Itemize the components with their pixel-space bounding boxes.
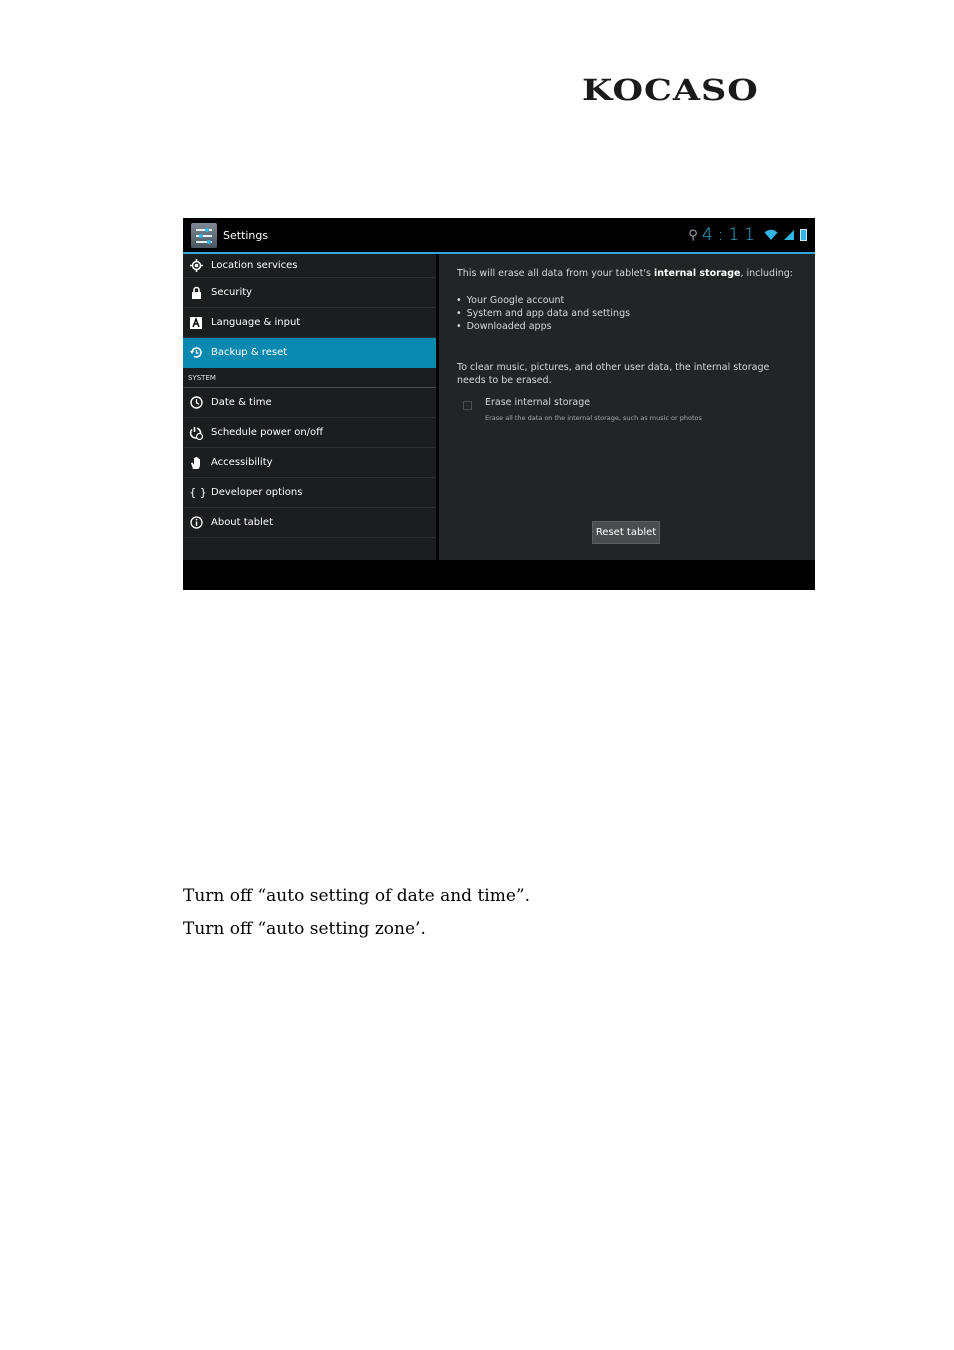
signal-icon (784, 230, 794, 240)
menu-item-language-input[interactable]: Language & input (183, 308, 436, 338)
menu-item-location-services[interactable]: Location services (183, 254, 436, 278)
erase-storage-title[interactable]: Erase internal storage (485, 397, 590, 408)
menu-item-label: Accessibility (211, 457, 273, 468)
app-title: Settings (223, 229, 269, 242)
menu-item-developer-options[interactable]: { } Developer options (183, 478, 436, 508)
braces-icon: { } (189, 486, 207, 499)
usb-icon: ⚲ (688, 227, 698, 243)
menu-item-label: Location services (211, 260, 298, 271)
schedule-power-icon (189, 426, 203, 440)
menu-item-label: Date & time (211, 397, 272, 408)
erase-storage-checkbox[interactable] (463, 401, 472, 410)
settings-menu: Location services Security Language & in… (183, 254, 436, 560)
list-item: Your Google account (456, 294, 630, 307)
menu-item-label: Schedule power on/off (211, 427, 324, 438)
menu-item-label: Language & input (211, 317, 301, 328)
info-icon (189, 516, 203, 530)
language-icon (189, 316, 203, 330)
menu-item-label: Backup & reset (211, 347, 288, 358)
menu-item-label: About tablet (211, 517, 273, 528)
status-bar: ⚲ 4:11 (688, 225, 807, 245)
hand-icon (189, 456, 203, 470)
menu-item-label: Developer options (211, 487, 303, 498)
section-header-system: SYSTEM (183, 368, 436, 388)
status-clock: 4:11 (701, 225, 760, 245)
backup-icon (189, 346, 203, 360)
clear-storage-note: To clear music, pictures, and other user… (457, 362, 770, 386)
erase-intro: This will erase all data from your table… (457, 268, 793, 279)
reset-tablet-button[interactable]: Reset tablet (592, 521, 660, 544)
list-item: Downloaded apps (456, 320, 630, 333)
menu-item-security[interactable]: Security (183, 278, 436, 308)
menu-item-accessibility[interactable]: Accessibility (183, 448, 436, 478)
erase-list: Your Google account System and app data … (456, 294, 630, 333)
battery-icon (800, 229, 807, 241)
erase-storage-summary: Erase all the data on the internal stora… (485, 414, 702, 422)
backup-reset-detail: This will erase all data from your table… (439, 254, 815, 560)
menu-item-label: Security (211, 287, 253, 298)
caption-line-2: Turn off “auto setting zone’. (183, 919, 426, 939)
caption-line-1: Turn off “auto setting of date and time”… (183, 886, 531, 906)
list-item: System and app data and settings (456, 307, 630, 320)
navigation-bar (183, 560, 815, 590)
kocaso-logo: KOCASO (582, 74, 759, 108)
settings-app-icon[interactable] (191, 223, 217, 248)
lock-icon (189, 286, 203, 300)
menu-item-backup-reset[interactable]: Backup & reset (183, 338, 436, 368)
menu-item-schedule-power[interactable]: Schedule power on/off (183, 418, 436, 448)
tablet-screenshot: Settings ⚲ 4:11 Location services Securi… (183, 218, 815, 590)
menu-item-date-time[interactable]: Date & time (183, 388, 436, 418)
clock-icon (189, 396, 203, 410)
action-bar: Settings ⚲ 4:11 (183, 218, 815, 254)
location-icon (189, 259, 203, 273)
wifi-icon (764, 229, 778, 240)
menu-item-about-tablet[interactable]: About tablet (183, 508, 436, 538)
